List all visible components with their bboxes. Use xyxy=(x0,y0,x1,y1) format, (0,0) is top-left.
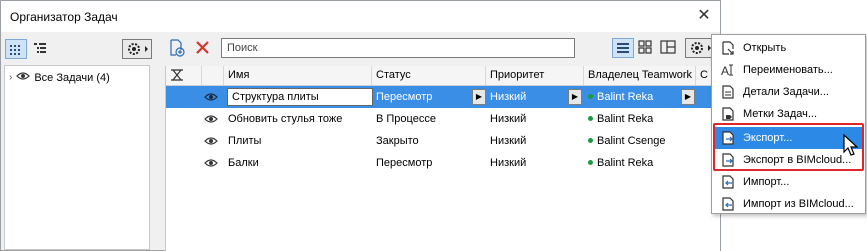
grid-view-icon[interactable] xyxy=(5,39,27,59)
task-owner-label: Balint Reka xyxy=(597,157,654,169)
task-status: В Процессе xyxy=(376,113,436,125)
task-owner-label: Balint Reka xyxy=(597,113,654,125)
list-view-icon[interactable] xyxy=(612,38,634,58)
task-name-edit-field[interactable]: Структура плиты xyxy=(227,88,373,106)
open-icon xyxy=(717,39,739,57)
table-header: Имя Статус Приоритет Владелец Teamwork С xyxy=(166,66,720,86)
mouse-cursor-icon xyxy=(843,134,859,156)
task-status: Пересмотр xyxy=(376,91,433,103)
priority-dropdown-arrow-icon[interactable]: ▶ xyxy=(568,89,582,105)
column-name[interactable]: Имя xyxy=(224,66,372,85)
menu-item-label: Метки Задач... xyxy=(743,108,818,120)
rename-icon: A xyxy=(717,61,739,79)
task-labels-icon xyxy=(717,105,739,123)
visibility-column[interactable] xyxy=(202,66,224,85)
import-bimcloud-icon xyxy=(717,195,739,213)
search-placeholder: Поиск xyxy=(227,42,258,54)
menu-item-open[interactable]: Открыть xyxy=(714,37,864,59)
table-row[interactable]: Плиты Закрыто Низкий Balint Csenge xyxy=(166,130,720,152)
left-toolbar xyxy=(2,32,159,64)
pane-splitter[interactable] xyxy=(151,65,164,250)
task-status: Пересмотр xyxy=(376,157,433,169)
task-tree: › Все Задачи (4) xyxy=(4,65,150,250)
task-priority: Низкий xyxy=(490,113,527,125)
menu-item-label: Детали Задачи... xyxy=(743,86,829,98)
menu-item-import-bimcloud[interactable]: Импорт из BIMcloud... xyxy=(714,193,864,215)
owner-dropdown-arrow-icon[interactable]: ▶ xyxy=(681,89,695,105)
task-details-icon xyxy=(717,83,739,101)
task-name: Плиты xyxy=(228,135,262,147)
eye-icon[interactable] xyxy=(204,92,218,102)
export-highlight-frame xyxy=(713,123,864,171)
menu-item-rename[interactable]: A Переименовать... xyxy=(714,59,864,81)
new-task-icon[interactable] xyxy=(167,38,189,58)
menu-item-task-details[interactable]: Детали Задачи... xyxy=(714,81,864,103)
task-owner-label: Balint Reka xyxy=(597,91,654,103)
status-dropdown-arrow-icon[interactable]: ▶ xyxy=(472,89,486,105)
eye-icon[interactable] xyxy=(204,114,218,124)
owner-status-dot xyxy=(588,159,593,165)
chevron-right-icon[interactable]: › xyxy=(9,72,12,83)
task-owner: Balint Reka xyxy=(584,152,696,174)
detail-view-icon[interactable] xyxy=(658,38,680,58)
eye-icon[interactable] xyxy=(204,136,218,146)
left-settings-gear-icon[interactable] xyxy=(122,39,152,59)
window-title: Организатор Задач xyxy=(10,10,118,24)
menu-item-label: Импорт... xyxy=(743,176,790,188)
tree-item-all-tasks[interactable]: › Все Задачи (4) xyxy=(9,71,110,84)
task-priority: Низкий xyxy=(490,91,527,103)
task-name: Балки xyxy=(228,157,259,169)
column-priority[interactable]: Приоритет xyxy=(486,66,584,85)
tree-item-label: Все Задачи (4) xyxy=(34,71,110,84)
tree-view-icon[interactable] xyxy=(30,39,52,59)
task-owner: Balint Reka xyxy=(584,108,696,130)
owner-status-dot xyxy=(588,137,593,143)
tile-view-icon[interactable] xyxy=(635,38,657,58)
column-owner[interactable]: Владелец Teamwork xyxy=(584,66,696,85)
task-table: Имя Статус Приоритет Владелец Teamwork С… xyxy=(165,66,720,251)
task-name: Обновить стулья тоже xyxy=(228,113,343,125)
table-row[interactable]: Балки Пересмотр Низкий Balint Reka xyxy=(166,152,720,174)
search-input[interactable]: Поиск xyxy=(221,38,575,58)
close-icon[interactable]: ✕ xyxy=(691,5,717,27)
markup-column-icon[interactable] xyxy=(166,66,202,85)
task-priority: Низкий xyxy=(490,135,527,147)
delete-icon[interactable] xyxy=(193,38,215,58)
menu-item-import[interactable]: Импорт... xyxy=(714,171,864,193)
eye-icon[interactable] xyxy=(16,71,31,84)
table-row[interactable]: Структура плиты Пересмотр ▶ Низкий ▶ Bal… xyxy=(166,86,720,108)
menu-item-label: Импорт из BIMcloud... xyxy=(743,198,854,210)
import-icon xyxy=(717,173,739,191)
main-toolbar: Поиск xyxy=(163,31,720,63)
column-status[interactable]: Статус xyxy=(372,66,486,85)
svg-text:A: A xyxy=(721,64,729,78)
menu-item-task-labels[interactable]: Метки Задач... xyxy=(714,103,864,125)
task-owner-label: Balint Csenge xyxy=(597,135,666,147)
owner-status-dot xyxy=(588,93,593,99)
task-priority: Низкий xyxy=(490,157,527,169)
title-bar: Организатор Задач ✕ xyxy=(1,1,720,32)
menu-item-label: Открыть xyxy=(743,42,787,54)
task-owner: Balint Reka xyxy=(584,86,682,108)
menu-item-label: Переименовать... xyxy=(743,64,833,76)
owner-status-dot xyxy=(588,115,593,121)
task-owner: Balint Csenge xyxy=(584,130,696,152)
table-row[interactable]: Обновить стулья тоже В Процессе Низкий B… xyxy=(166,108,720,130)
eye-icon[interactable] xyxy=(204,158,218,168)
task-status: Закрыто xyxy=(376,135,419,147)
